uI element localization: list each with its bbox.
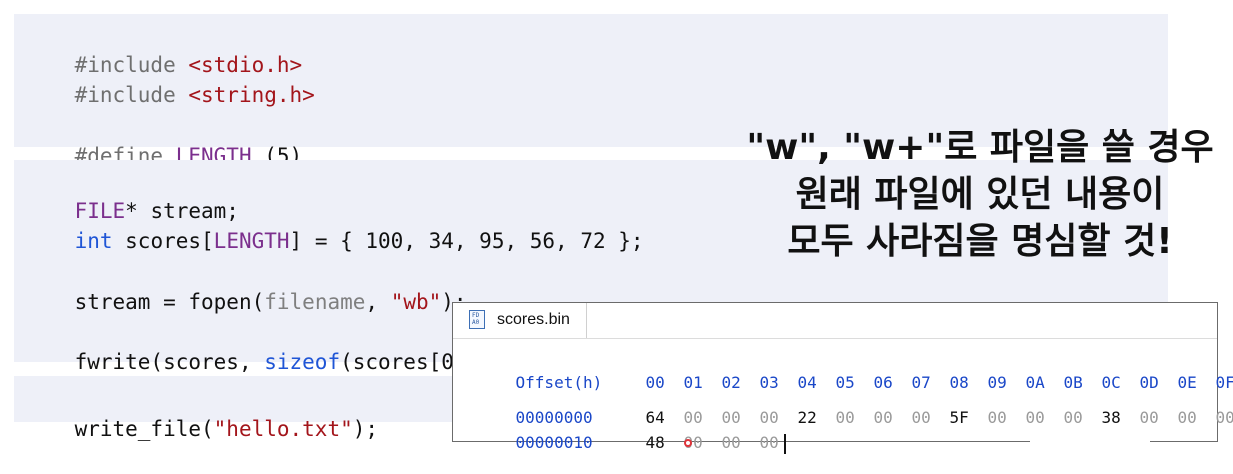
note-line: 모두 사라짐을 명심할 것! <box>787 221 1173 262</box>
code-token: stream = <box>74 290 189 314</box>
hex-byte[interactable]: 00 <box>988 408 1026 428</box>
code-token: LENGTH <box>213 229 290 253</box>
tab-label: scores.bin <box>497 311 570 328</box>
icon-text: A0 <box>472 319 480 326</box>
code-token: scores[ <box>112 229 214 253</box>
code-token: ( <box>251 290 265 314</box>
bottom-mask <box>1030 438 1150 444</box>
text-caret <box>783 433 786 454</box>
hex-byte[interactable]: 00 <box>912 408 950 428</box>
code-token: ] = { 100, 34, 95, 56, 72 }; <box>289 229 644 253</box>
code-token: #include <box>74 83 189 107</box>
hex-byte[interactable]: 00 <box>760 433 798 453</box>
code-line-write-file: write_file("hello.txt"); <box>24 384 378 474</box>
code-token: <string.h> <box>188 83 315 107</box>
code-token: "wb" <box>390 290 442 314</box>
warning-note: "w", "w+"로 파일을 쓸 경우 원래 파일에 있던 내용이 모두 사라짐… <box>700 124 1233 265</box>
hex-byte[interactable]: 22 <box>798 408 836 428</box>
hex-byte[interactable]: 00 <box>1140 408 1178 428</box>
code-token: ); <box>352 417 379 441</box>
hex-byte[interactable]: 00 <box>1026 408 1064 428</box>
code-token: int <box>74 229 113 253</box>
code-token: sizeof <box>264 350 341 374</box>
code-token: , <box>365 290 391 314</box>
hex-row[interactable]: 00000010 48 00 00 00 <box>477 413 786 474</box>
code-token: filename <box>264 290 366 314</box>
code-token: write_file( <box>74 417 214 441</box>
hex-editor-window: FD A0 scores.bin Offset(h) 00 01 02 03 04 05 06… <box>452 302 1233 454</box>
code-token: fwrite(scores, <box>74 350 265 374</box>
hex-byte[interactable]: 38 <box>1102 408 1140 428</box>
mouse-cursor-indicator <box>684 439 692 447</box>
hex-byte[interactable]: 00 <box>722 433 760 453</box>
note-line: "w", "w+"로 파일을 쓸 경우 <box>746 127 1214 168</box>
code-token: (scores[0] <box>340 350 467 374</box>
hex-byte[interactable]: 48 <box>646 433 684 453</box>
hex-byte[interactable]: 00 <box>874 408 912 428</box>
hex-byte[interactable]: 00 <box>1178 408 1216 428</box>
hex-byte[interactable]: 00 <box>1064 408 1102 428</box>
file-tab-scores-bin[interactable]: FD A0 scores.bin <box>461 303 587 339</box>
code-token: fopen <box>188 290 252 314</box>
tab-divider <box>453 338 1217 339</box>
row-offset: 00000010 <box>515 433 593 452</box>
code-token: "hello.txt" <box>213 417 353 441</box>
hex-byte[interactable]: 00 <box>836 408 874 428</box>
binary-file-icon: FD A0 <box>469 310 485 329</box>
hex-byte[interactable]: 00 <box>1216 408 1233 428</box>
note-line: 원래 파일에 있던 내용이 <box>795 174 1165 215</box>
hex-byte[interactable]: 5F <box>950 408 988 428</box>
